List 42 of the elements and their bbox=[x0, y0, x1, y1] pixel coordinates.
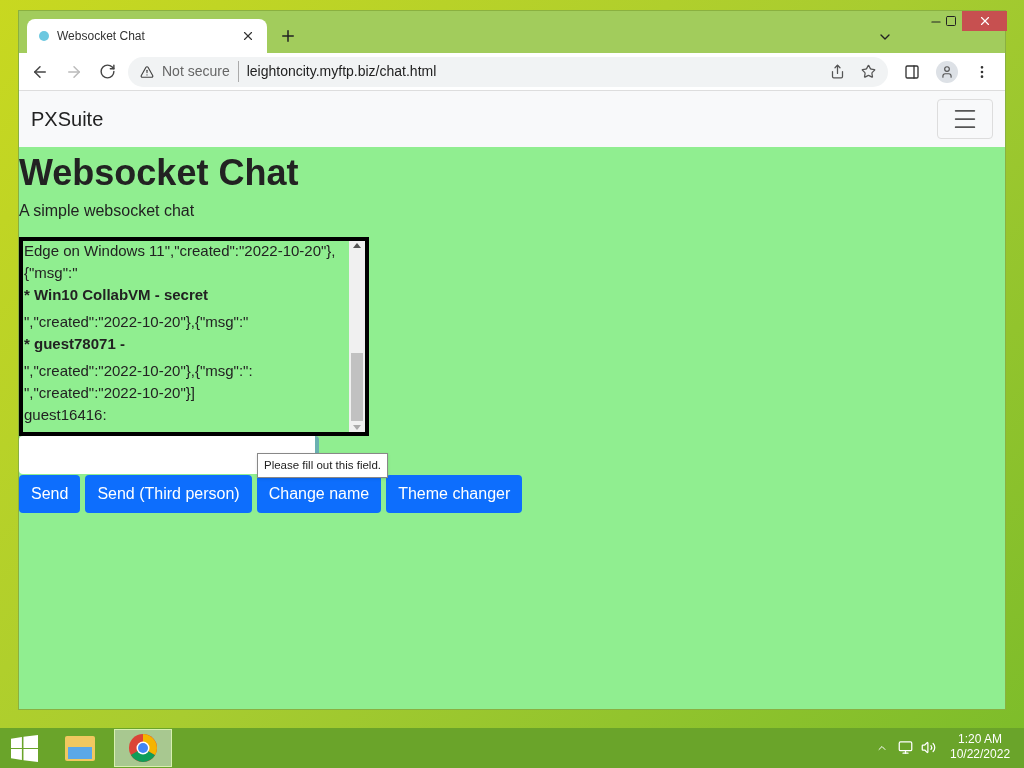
page-subtitle: A simple websocket chat bbox=[19, 201, 196, 221]
clock[interactable]: 1:20 AM 10/22/2022 bbox=[950, 732, 1011, 762]
warning-icon bbox=[140, 64, 154, 79]
bookmark-star-icon[interactable] bbox=[861, 64, 876, 79]
security-label: Not secure bbox=[162, 61, 239, 82]
chat-message: ","created":"2022-10-20"},{"msg":": bbox=[24, 361, 254, 381]
profile-avatar[interactable] bbox=[936, 60, 958, 83]
chat-message: * guest78071 - bbox=[24, 334, 126, 354]
menu-toggle-button[interactable] bbox=[937, 99, 993, 139]
scrollbar[interactable] bbox=[349, 241, 365, 432]
maximize-icon[interactable] bbox=[945, 15, 957, 27]
chat-message: * Win10 CollabVM - secret bbox=[24, 285, 210, 305]
validation-tooltip: Please fill out this field. bbox=[257, 453, 388, 479]
address-bar[interactable]: Not secure leightoncity.myftp.biz/chat.html bbox=[128, 56, 888, 87]
scrollbar-thumb[interactable] bbox=[351, 353, 363, 421]
tab-title: Websocket Chat bbox=[57, 28, 146, 45]
scroll-up-icon[interactable] bbox=[353, 243, 361, 248]
reload-icon[interactable] bbox=[99, 63, 116, 80]
side-panel-icon[interactable] bbox=[904, 63, 920, 80]
globe-icon bbox=[39, 31, 49, 41]
browser-tab[interactable]: Websocket Chat bbox=[27, 19, 267, 53]
chat-message: Edge on Windows 11","created":"2022-10-20"},{"msg":" bbox=[24, 241, 337, 283]
windows-logo-icon[interactable] bbox=[11, 734, 38, 762]
chat-message: ","created":"2022-10-20"}] bbox=[24, 383, 196, 403]
browser-logo-icon bbox=[128, 733, 158, 763]
share-icon[interactable] bbox=[830, 64, 845, 79]
page-heading: Websocket Chat bbox=[19, 151, 300, 195]
new-tab-icon[interactable] bbox=[279, 27, 297, 45]
chat-message: guest16416: bbox=[24, 405, 108, 425]
network-icon[interactable] bbox=[898, 740, 913, 755]
clock-date: 10/22/2022 bbox=[950, 747, 1011, 762]
action-button[interactable]: Theme changer bbox=[386, 475, 523, 513]
action-button[interactable]: Change name bbox=[256, 475, 382, 513]
volume-icon[interactable] bbox=[921, 740, 936, 755]
action-button[interactable]: Send (Third person) bbox=[85, 475, 252, 513]
clock-time: 1:20 AM bbox=[958, 732, 1003, 747]
url-text: leightoncity.myftp.biz/chat.html bbox=[246, 62, 438, 81]
close-tab-icon[interactable] bbox=[241, 29, 255, 43]
chrome-taskbar-button[interactable] bbox=[114, 729, 172, 767]
brand-name[interactable]: PXSuite bbox=[31, 104, 104, 134]
chat-message: ","created":"2022-10-20"},{"msg":" bbox=[24, 312, 250, 332]
action-button[interactable]: Send bbox=[19, 475, 81, 513]
